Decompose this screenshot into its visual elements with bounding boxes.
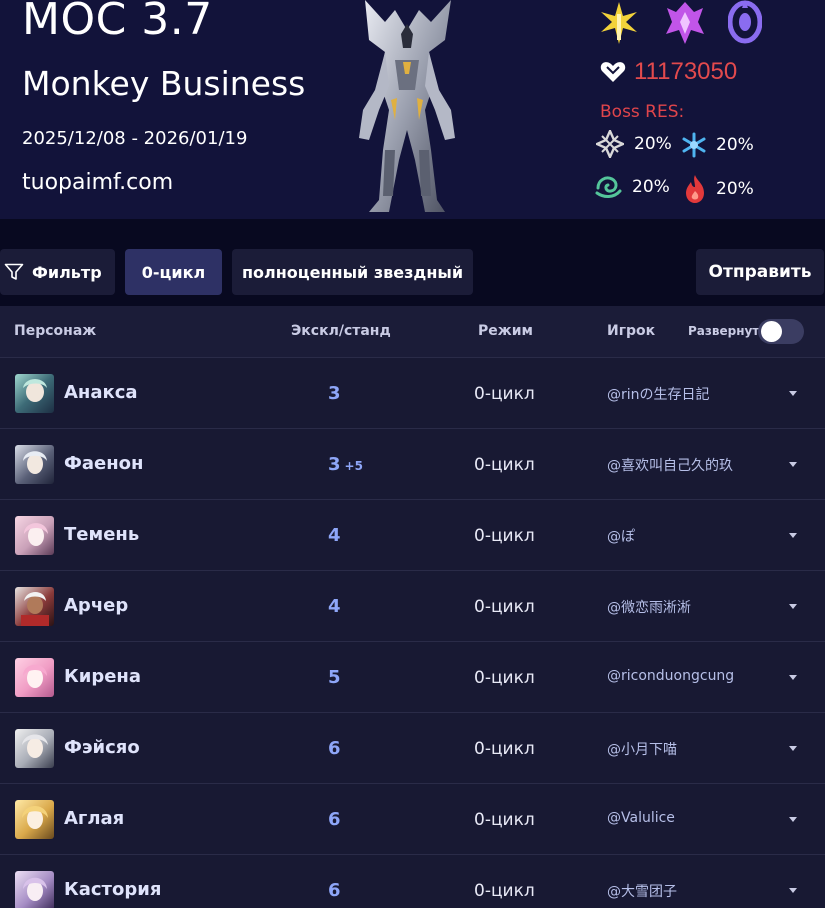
character-avatar [15,729,54,768]
player-name[interactable]: @rinの生存日記 [607,384,710,404]
preservation-path-icon [601,2,637,44]
mode-value: 0-цикл [474,597,535,617]
wind-element-icon [595,176,622,198]
mode-value: 0-цикл [474,668,535,688]
expand-row-chevron-icon[interactable] [789,888,797,893]
player-name[interactable]: @Valulice [607,810,675,826]
hp-value: 11173050 [634,58,738,85]
character-name: Аглая [64,808,125,829]
destruction-path-icon [666,2,704,44]
filter-icon [4,263,24,280]
res-wind: 20% [594,174,670,200]
res-ice: 20% [682,132,754,158]
path-icons [596,0,776,46]
res-wind-value: 20% [632,177,670,197]
character-avatar [15,374,54,413]
col-eidolon: Экскл/станд [291,323,391,339]
filter-button-label: Фильтр [32,262,102,282]
table-row[interactable]: Анакса 3 0-цикл @rinの生存日記 [0,358,825,429]
table-row[interactable]: Кастория 6 0-цикл @大雪团子 [0,855,825,908]
expand-row-chevron-icon[interactable] [789,817,797,822]
physical-element-icon [596,130,624,158]
eidolon-value: 5 [328,667,341,688]
character-name: Анакса [64,382,138,403]
eidolon-value: 4 [328,525,341,546]
col-player: Игрок [607,323,656,339]
nihility-path-icon [728,0,762,44]
res-physical-value: 20% [634,134,672,154]
expand-row-chevron-icon[interactable] [789,675,797,680]
character-name: Темень [64,524,140,545]
heart-icon [600,62,626,82]
res-fire: 20% [684,174,754,204]
expand-row-chevron-icon[interactable] [789,604,797,609]
expand-row-chevron-icon[interactable] [789,746,797,751]
expand-row-chevron-icon[interactable] [789,462,797,467]
character-name: Арчер [64,595,129,616]
character-avatar [15,800,54,839]
ice-element-icon [682,132,706,158]
mode-value: 0-цикл [474,810,535,830]
res-fire-value: 20% [716,179,754,199]
character-name: Фаенон [64,453,144,474]
player-name[interactable]: @喜欢叫自己久的玖 [607,455,733,475]
page-title: MOC 3.7 [22,0,213,45]
mode-value: 0-цикл [474,455,535,475]
player-name[interactable]: @ぽ [607,526,635,546]
table-row[interactable]: Аглая 6 0-цикл @Valulice [0,784,825,855]
moc-header: MOC 3.7 Monkey Business 2025/12/08 - 202… [0,0,825,219]
eidolon-value: 3 [328,383,341,404]
col-character: Персонаж [14,323,97,339]
mode-value: 0-цикл [474,881,535,901]
eidolon-value: 6 [328,880,341,901]
eidolon-value: 6 [328,738,341,759]
character-avatar [15,658,54,697]
character-name: Фэйсяо [64,737,140,758]
boss-res-label: Boss RES: [600,102,685,122]
player-name[interactable]: @大雪团子 [607,881,677,901]
character-avatar [15,871,54,908]
character-avatar [15,445,54,484]
cycle-filter-chip[interactable]: 0-цикл [125,249,222,295]
full-star-filter-chip[interactable]: полноценный звездный [232,249,473,295]
mode-value: 0-цикл [474,526,535,546]
table-row[interactable]: Темень 4 0-цикл @ぽ [0,500,825,571]
date-range: 2025/12/08 - 2026/01/19 [22,128,248,149]
eidolon-value: 4 [328,596,341,617]
res-ice-value: 20% [716,135,754,155]
table-header: Персонаж Экскл/станд Режим Игрок Разверн… [0,306,825,358]
mode-value: 0-цикл [474,384,535,404]
character-avatar [15,516,54,555]
expand-toggle-label: Развернуть [688,324,767,338]
player-name[interactable]: @微恋雨淅淅 [607,597,691,617]
res-physical: 20% [596,130,672,158]
col-mode: Режим [478,323,533,339]
fire-element-icon [686,175,704,203]
site-watermark: tuopaimf.com [22,170,174,195]
expand-row-chevron-icon[interactable] [789,391,797,396]
table-row[interactable]: Кирена 5 0-цикл @riconduongcung [0,642,825,713]
mode-value: 0-цикл [474,739,535,759]
character-avatar [15,587,54,626]
clears-table: Персонаж Экскл/станд Режим Игрок Разверн… [0,306,825,908]
table-row[interactable]: Арчер 4 0-цикл @微恋雨淅淅 [0,571,825,642]
table-row[interactable]: Фэйсяо 6 0-цикл @小月下喵 [0,713,825,784]
boss-hp: 11173050 [600,56,737,88]
toggle-knob [761,321,782,342]
table-row[interactable]: Фаенон 3 +5 0-цикл @喜欢叫自己久的玖 [0,429,825,500]
eidolon-value: 6 [328,809,341,830]
boss-figure-image [359,0,455,212]
expand-toggle[interactable] [758,319,804,344]
filter-button[interactable]: Фильтр [0,249,115,295]
expand-row-chevron-icon[interactable] [789,533,797,538]
character-name: Кирена [64,666,142,687]
stage-name: Monkey Business [22,64,306,103]
eidolon-value: 3 +5 [328,454,363,475]
player-name[interactable]: @riconduongcung [607,668,734,684]
character-name: Кастория [64,879,162,900]
filter-toolbar: Фильтр 0-цикл полноценный звездный Отпра… [0,219,825,306]
submit-button[interactable]: Отправить [696,249,824,295]
player-name[interactable]: @小月下喵 [607,739,677,759]
